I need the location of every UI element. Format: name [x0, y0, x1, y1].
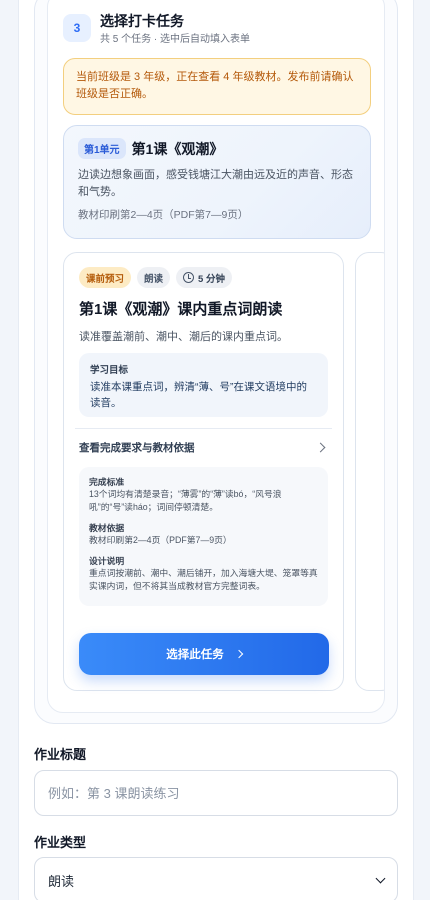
lesson-page-reference: 教材印刷第2—4页（PDF第7—9页）	[78, 209, 249, 221]
design-label: 设计说明	[89, 556, 125, 566]
details-toggle[interactable]: 查看完成要求与教材依据	[79, 437, 328, 457]
task-description: 读准覆盖潮前、潮中、潮后的课内重点词。	[79, 331, 288, 343]
step-subtitle: 共 5 个任务 · 选中后自动填入表单	[100, 34, 251, 45]
clock-icon	[183, 272, 195, 283]
title-field-label: 作业标题	[34, 747, 87, 762]
completion-label: 完成标准	[89, 477, 125, 487]
chevron-down-icon	[375, 873, 386, 883]
basis-label: 教材依据	[89, 523, 125, 533]
completion-text: 13个词均有清楚录音；“薄雾”的“薄”读bó，“风号浪吼”的“号”读háo；词间…	[89, 489, 282, 512]
task-step-inner: 3 选择打卡任务 共 5 个任务 · 选中后自动填入表单 当前班级是 3 年级，…	[47, 0, 385, 713]
select-task-button[interactable]: 选择此任务	[79, 633, 329, 675]
duration-text: 5 分钟	[198, 273, 225, 285]
assignment-title-input[interactable]	[34, 770, 398, 816]
lesson-title: 第1课《观潮》	[131, 140, 224, 157]
lesson-description: 边读边想象画面，感受钱塘江大潮由远及近的声音、形态和气势。	[78, 169, 353, 198]
details-toggle-label: 查看完成要求与教材依据	[79, 441, 195, 454]
goal-label: 学习目标	[90, 365, 129, 376]
divider	[75, 428, 332, 429]
task-title: 第1课《观潮》课内重点词朗读	[79, 301, 283, 318]
task-type-chip: 朗读	[137, 267, 171, 288]
page-panel: 3 选择打卡任务 共 5 个任务 · 选中后自动填入表单 当前班级是 3 年级，…	[18, 0, 414, 900]
type-field-label: 作业类型	[34, 835, 87, 850]
unit-tag: 第1单元	[78, 138, 126, 159]
design-text: 重点词按潮前、潮中、潮后铺开，加入海塘大堤、笼罩等真实课内词，但不将其当成教材官…	[89, 568, 318, 591]
assignment-type-value: 朗读	[48, 873, 75, 889]
task-carousel[interactable]: 课前预习 朗读 5 分钟 第1课《观潮》课内重点词朗读 读准覆盖潮前、潮中、潮后…	[48, 252, 384, 692]
select-task-label: 选择此任务	[166, 649, 224, 661]
step-number-badge: 3	[63, 14, 91, 42]
step-title: 选择打卡任务	[100, 13, 184, 29]
task-chips: 课前预习 朗读 5 分钟	[79, 267, 328, 288]
chevron-right-icon	[315, 442, 326, 452]
basis-text: 教材印刷第2—4页（PDF第7—9页）	[89, 535, 232, 545]
assignment-type-select[interactable]: 朗读	[34, 857, 398, 900]
preview-chip: 课前预习	[79, 267, 132, 288]
duration-chip: 5 分钟	[176, 267, 232, 288]
grade-mismatch-notice: 当前班级是 3 年级，正在查看 4 年级教材。发布前请确认班级是否正确。	[63, 58, 371, 115]
task-step-section: 3 选择打卡任务 共 5 个任务 · 选中后自动填入表单 当前班级是 3 年级，…	[34, 0, 398, 724]
chevron-right-icon	[234, 649, 243, 659]
task-details-box: 完成标准 13个词均有清楚录音；“薄雾”的“薄”读bó，“风号浪吼”的“号”读h…	[79, 467, 328, 606]
goal-text: 读准本课重点词，辨清“薄、号”在课文语境中的读音。	[90, 381, 307, 409]
unit-lesson-card: 第1单元 第1课《观潮》 边读边想象画面，感受钱塘江大潮由远及近的声音、形态和气势…	[63, 125, 371, 239]
task-card[interactable]: 课前预习 朗读 5 分钟 第1课《观潮》课内重点词朗读 读准覆盖潮前、潮中、潮后…	[63, 252, 344, 691]
learning-goal-box: 学习目标 读准本课重点词，辨清“薄、号”在课文语境中的读音。	[79, 353, 328, 417]
next-task-card[interactable]	[355, 252, 384, 691]
